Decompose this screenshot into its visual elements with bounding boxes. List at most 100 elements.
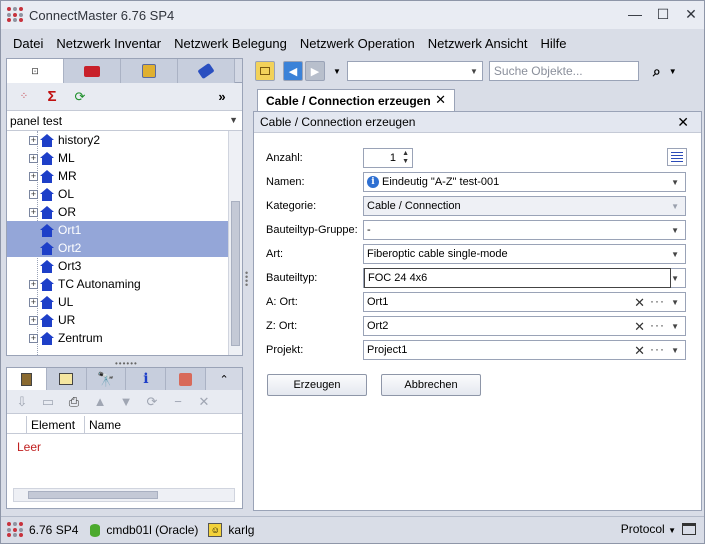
tab-connections[interactable]: [178, 59, 235, 83]
tree-node-label: OR: [58, 205, 76, 219]
menu-netzwerk-operation[interactable]: Netzwerk Operation: [294, 36, 422, 51]
tree-node[interactable]: Ort1: [7, 221, 242, 239]
maximize-button[interactable]: ☐: [654, 5, 672, 23]
browse-icon[interactable]: ···: [650, 318, 665, 332]
print-button[interactable]: ⎙: [63, 391, 85, 413]
info-icon[interactable]: i: [367, 176, 379, 188]
history-combo[interactable]: ▼: [346, 61, 483, 81]
tree-node[interactable]: Ort2: [7, 239, 242, 257]
tab-tools[interactable]: [121, 59, 178, 83]
tree-node[interactable]: + history2: [7, 131, 242, 149]
column-header-name[interactable]: Name: [85, 416, 230, 433]
save-button[interactable]: ▭: [37, 391, 59, 413]
bauteiltyp-editor[interactable]: FOC 24 4x6: [364, 268, 671, 288]
search-input[interactable]: Suche Objekte...: [488, 61, 639, 81]
expand-icon[interactable]: +: [29, 315, 38, 325]
move-up-button[interactable]: ▲: [89, 391, 111, 413]
tree-node-label: TC Autonaming: [58, 277, 141, 291]
tree-scrollbar[interactable]: [228, 131, 242, 355]
back-button[interactable]: ◀: [283, 61, 303, 81]
location-house-icon: [40, 133, 54, 147]
close-form-icon[interactable]: ✕: [677, 114, 689, 131]
tree-node[interactable]: + OR: [7, 203, 242, 221]
expand-icon[interactable]: +: [29, 153, 38, 163]
clipboard-tabs: 🔭 i ⌃: [7, 368, 242, 390]
menu-netzwerk-inventar[interactable]: Netzwerk Inventar: [50, 36, 168, 51]
collapse-panel-button[interactable]: ⌃: [206, 368, 242, 390]
close-window-button[interactable]: ✕: [682, 5, 700, 23]
title-bar: ConnectMaster 6.76 SP4 — ☐ ✕: [1, 1, 704, 29]
import-button[interactable]: ⇩: [11, 391, 33, 413]
expand-toolbar-button[interactable]: »: [211, 86, 233, 108]
z-ort-combo[interactable]: Ort2 ✕ ··· ▼: [363, 316, 686, 336]
tab-devices[interactable]: [64, 59, 121, 83]
tab-cable-connection[interactable]: Cable / Connection erzeugen ✕: [257, 89, 455, 111]
reload-button[interactable]: ⟳: [141, 391, 163, 413]
close-tab-icon[interactable]: ✕: [435, 92, 446, 108]
create-button[interactable]: Erzeugen: [267, 374, 367, 396]
home-button[interactable]: [255, 61, 275, 81]
kategorie-combo[interactable]: Cable / Connection ▼: [363, 196, 686, 216]
tree-node[interactable]: + MR: [7, 167, 242, 185]
tree-node[interactable]: + TC Autonaming: [7, 275, 242, 293]
clear-icon[interactable]: ✕: [634, 295, 645, 311]
clear-icon[interactable]: ✕: [634, 319, 645, 335]
projekt-combo[interactable]: Project1 ✕ ··· ▼: [363, 340, 686, 360]
bauteiltyp-combo[interactable]: FOC 24 4x6 ▼: [363, 268, 686, 288]
expand-icon[interactable]: +: [29, 135, 38, 145]
expand-icon[interactable]: +: [29, 279, 38, 289]
forward-button[interactable]: ▶: [305, 61, 325, 81]
tree-node[interactable]: + UR: [7, 311, 242, 329]
browse-icon[interactable]: ···: [650, 342, 665, 356]
menu-netzwerk-belegung[interactable]: Netzwerk Belegung: [168, 36, 294, 51]
namen-combo[interactable]: i Eindeutig "A-Z" test-001 ▼: [363, 172, 686, 192]
art-combo[interactable]: Fiberoptic cable single-mode ▼: [363, 244, 686, 264]
layout-toggle-icon[interactable]: [682, 523, 696, 535]
cancel-button[interactable]: Abbrechen: [381, 374, 481, 396]
clear-icon[interactable]: ✕: [634, 343, 645, 359]
expand-icon[interactable]: +: [29, 171, 38, 181]
tree-node[interactable]: + Zentrum: [7, 329, 242, 347]
tree-node[interactable]: + UL: [7, 293, 242, 311]
tree-node[interactable]: + OL: [7, 185, 242, 203]
refresh-tree-button[interactable]: ⟳: [69, 86, 91, 108]
search-options-dropdown-icon[interactable]: ▼: [669, 67, 677, 76]
column-header-element[interactable]: Element: [27, 416, 85, 433]
search-binoculars-icon[interactable]: ⌕: [653, 63, 661, 80]
tree-filter-button[interactable]: ⁘: [13, 86, 35, 108]
tree-node[interactable]: Ort3: [7, 257, 242, 275]
a-ort-combo[interactable]: Ort1 ✕ ··· ▼: [363, 292, 686, 312]
clipboard-hscrollbar[interactable]: [13, 488, 235, 502]
bauteiltyp-gruppe-combo[interactable]: - ▼: [363, 220, 686, 240]
expand-icon[interactable]: +: [29, 333, 38, 343]
expand-icon[interactable]: +: [29, 297, 38, 307]
scrollbar-thumb[interactable]: [231, 201, 240, 346]
move-down-button[interactable]: ▼: [115, 391, 137, 413]
panel-selector[interactable]: panel test ▼: [7, 111, 242, 131]
tab-search[interactable]: 🔭: [86, 368, 127, 390]
tab-clipboard[interactable]: [7, 368, 47, 390]
history-dropdown-icon[interactable]: ▼: [333, 67, 341, 76]
anzahl-spinner[interactable]: 1 ▲ ▼: [363, 148, 413, 168]
tree-node[interactable]: + ML: [7, 149, 242, 167]
menu-netzwerk-ansicht[interactable]: Netzwerk Ansicht: [422, 36, 535, 51]
menu-datei[interactable]: Datei: [7, 36, 50, 51]
expand-icon[interactable]: +: [29, 189, 38, 199]
menu-hilfe[interactable]: Hilfe: [534, 36, 573, 51]
spinner-arrows-icon[interactable]: ▲ ▼: [402, 150, 409, 166]
scrollbar-thumb[interactable]: [28, 491, 158, 499]
expand-icon[interactable]: +: [29, 207, 38, 217]
sum-button[interactable]: Σ: [41, 86, 63, 108]
protocol-dropdown[interactable]: Protocol ▼: [621, 522, 676, 536]
delete-button[interactable]: ✕: [193, 391, 215, 413]
tab-locations[interactable]: ⊡: [7, 59, 64, 83]
tab-table[interactable]: [46, 368, 87, 390]
row-kategorie: Kategorie: Cable / Connection ▼: [266, 196, 686, 216]
browse-icon[interactable]: ···: [650, 294, 665, 308]
tab-tools-bottom[interactable]: [166, 368, 207, 390]
minimize-button[interactable]: —: [626, 5, 644, 23]
vertical-splitter[interactable]: • • • •: [245, 269, 248, 290]
projekt-value: Project1: [367, 344, 408, 356]
tab-info[interactable]: i: [126, 368, 167, 390]
remove-button[interactable]: −: [167, 391, 189, 413]
